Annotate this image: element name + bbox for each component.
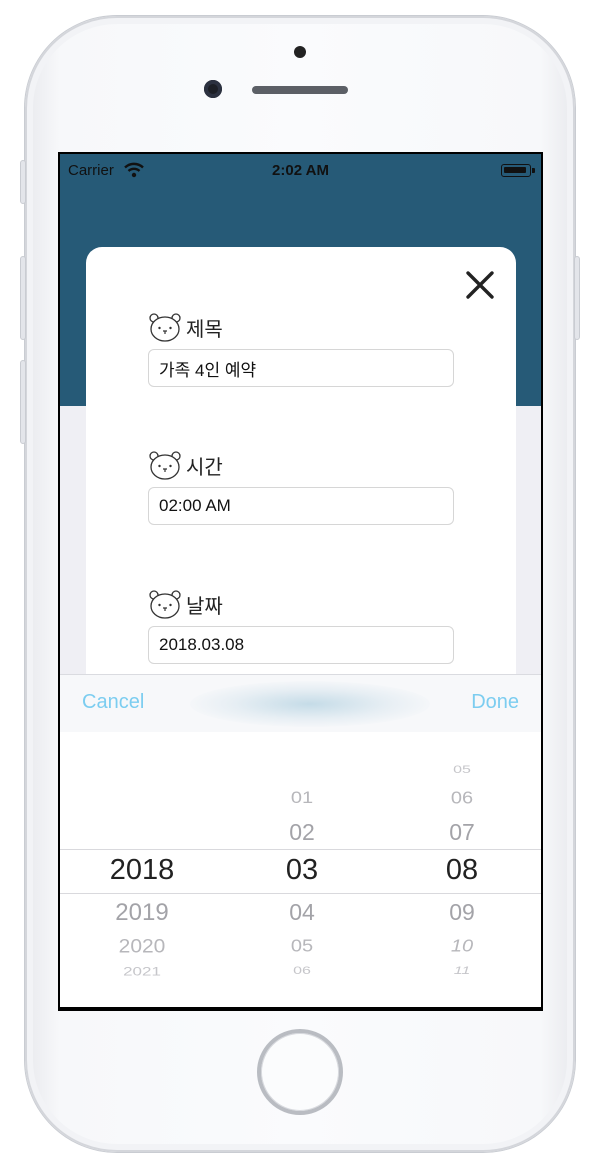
date-field: 날짜 2018.03.08	[148, 586, 454, 664]
day-column[interactable]: 05 06 07 08 09 10 11	[382, 732, 541, 1007]
picker-toolbar: Cancel Done	[60, 674, 541, 732]
toolbar-highlight	[190, 681, 430, 727]
time-input[interactable]: 02:00 AM	[148, 487, 454, 525]
title-input-value: 가족 4인 예약	[159, 360, 257, 380]
time-label: 시간	[186, 456, 223, 479]
status-bar: Carrier 2:02 AM	[60, 154, 541, 188]
time-input-value: 02:00 AM	[159, 496, 231, 515]
proximity-sensor	[294, 46, 306, 58]
year-option[interactable]: 2021	[62, 966, 222, 978]
screen: Carrier 2:02 AM 제목 가족 4인 예약 시간 02:00 AM …	[58, 152, 543, 1011]
day-option[interactable]: 07	[382, 821, 541, 844]
title-label: 제목	[186, 318, 223, 341]
power-button	[574, 256, 580, 340]
close-icon[interactable]	[462, 267, 498, 303]
day-selected[interactable]: 08	[382, 856, 541, 885]
day-option[interactable]: 05	[382, 764, 541, 775]
time-field: 시간 02:00 AM	[148, 447, 454, 525]
volume-down-button	[20, 360, 26, 444]
date-label: 날짜	[186, 595, 223, 618]
day-option[interactable]: 10	[382, 937, 541, 955]
mute-switch	[20, 160, 26, 204]
date-picker[interactable]: 2018 2019 2020 2021 01 02 03 04 05 06 05…	[60, 732, 541, 1007]
home-button[interactable]	[257, 1029, 343, 1115]
year-column[interactable]: 2018 2019 2020 2021	[62, 732, 222, 1007]
month-option[interactable]: 01	[222, 790, 382, 807]
bear-face-icon	[149, 451, 181, 480]
month-option[interactable]: 06	[222, 965, 382, 976]
battery-tip	[532, 168, 535, 173]
year-option[interactable]: 2019	[62, 901, 222, 925]
status-time: 2:02 AM	[272, 162, 329, 179]
month-selected[interactable]: 03	[222, 856, 382, 885]
day-option[interactable]: 11	[382, 965, 541, 976]
date-input[interactable]: 2018.03.08	[148, 626, 454, 664]
year-option[interactable]: 2020	[62, 937, 222, 956]
day-option[interactable]: 09	[382, 901, 541, 924]
bear-face-icon	[149, 313, 181, 342]
title-field: 제목 가족 4인 예약	[148, 309, 454, 387]
battery-icon	[501, 164, 531, 177]
done-button[interactable]: Done	[471, 691, 519, 714]
month-option[interactable]: 04	[222, 901, 382, 924]
cancel-button[interactable]: Cancel	[82, 691, 144, 714]
volume-up-button	[20, 256, 26, 340]
month-option[interactable]: 02	[222, 821, 382, 844]
month-option[interactable]: 05	[222, 937, 382, 955]
earpiece	[252, 86, 348, 94]
bear-face-icon	[149, 590, 181, 619]
front-camera	[204, 80, 222, 98]
date-input-value: 2018.03.08	[159, 635, 245, 654]
month-column[interactable]: 01 02 03 04 05 06	[222, 732, 382, 1007]
day-option[interactable]: 06	[382, 789, 541, 807]
title-input[interactable]: 가족 4인 예약	[148, 349, 454, 387]
year-selected[interactable]: 2018	[62, 856, 222, 885]
